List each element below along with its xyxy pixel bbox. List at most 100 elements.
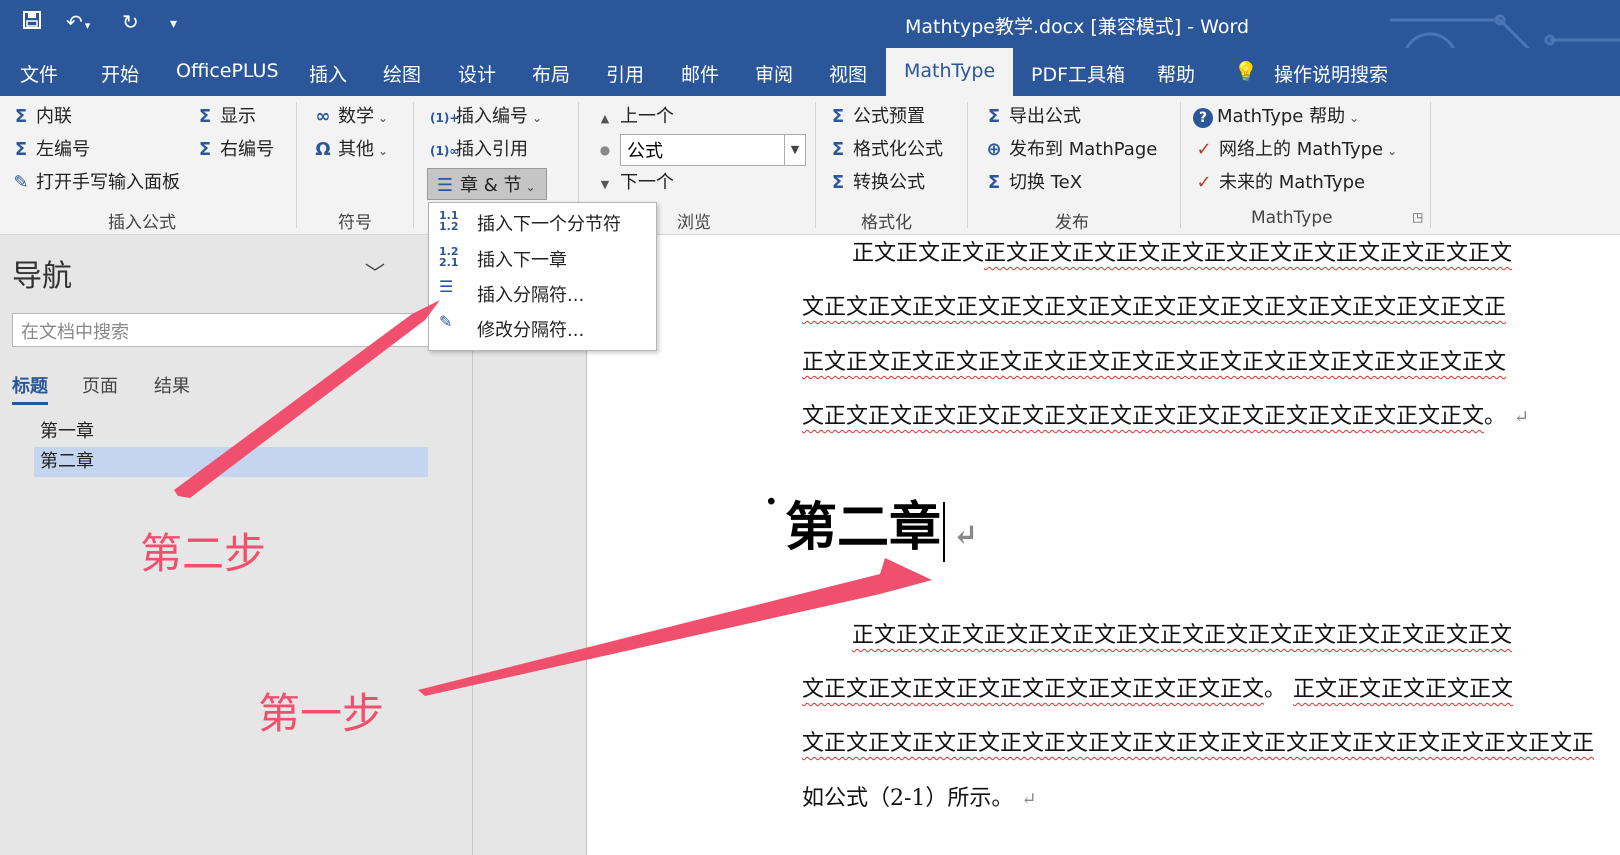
tab-pdf-toolbox[interactable]: PDF工具箱 xyxy=(1031,60,1125,87)
heading-bullet: · xyxy=(765,481,778,523)
chapter-section-button[interactable]: ☰ 章 & 节 ⌄ xyxy=(427,168,547,200)
nav-heading-item[interactable]: 第一章 xyxy=(34,417,428,447)
tab-design[interactable]: 设计 xyxy=(458,60,496,87)
export-equations-button[interactable]: Σ 导出公式 xyxy=(983,102,1081,128)
sigma-left-icon: Σ xyxy=(14,139,28,160)
tab-help[interactable]: 帮助 xyxy=(1157,60,1195,87)
annotation-step-1: 第一步 xyxy=(258,689,385,738)
tab-insert[interactable]: 插入 xyxy=(309,60,347,87)
body-line: 正文正文正文正文正文正文正文正文正文正文正文正文正文正文正文正文 xyxy=(802,350,1507,375)
sigma-format-icon: Σ xyxy=(831,139,845,160)
insert-number-button[interactable]: (1)+插入编号 ⌄ xyxy=(430,102,542,128)
body-line: 文正文正文正文正文正文正文正文正文正文正文正文正文正文正文正文正 xyxy=(802,295,1507,320)
toggle-tex-button[interactable]: Σ 切换 TeX xyxy=(983,168,1082,194)
format-equations-button[interactable]: Σ 格式化公式 xyxy=(827,135,943,161)
text-cursor xyxy=(943,501,946,562)
tab-view[interactable]: 视图 xyxy=(829,60,867,87)
infinity-icon: ∞ xyxy=(315,106,331,127)
paragraph-mark-icon: ↵ xyxy=(1514,407,1530,428)
undo-icon[interactable]: ↶ ▾ xyxy=(66,10,90,34)
omega-icon: Ω xyxy=(315,139,331,160)
tab-file[interactable]: 文件 xyxy=(20,60,58,87)
web-link-icon: ✓ xyxy=(1196,139,1212,160)
tell-me-search[interactable]: 操作说明搜索 xyxy=(1274,60,1388,87)
customize-toolbar-icon[interactable]: ▾ xyxy=(170,16,177,32)
insert-reference-button[interactable]: (1)∞插入引用 xyxy=(430,135,528,161)
redo-icon[interactable]: ↻ xyxy=(122,10,139,34)
separator xyxy=(296,102,297,228)
sigma-right-icon: Σ xyxy=(198,139,212,160)
chapter-heading[interactable]: · 第二章 ↵ xyxy=(765,481,978,562)
menu-item-insert-next-chapter[interactable]: 1.2 2.1 插入下一章 xyxy=(429,241,654,275)
sigma-convert-icon: Σ xyxy=(831,172,845,193)
globe-icon: ⊕ xyxy=(986,139,1002,160)
chevron-down-icon[interactable]: ﹀ xyxy=(365,257,385,286)
browse-type-select[interactable]: 公式 ▼ xyxy=(620,134,806,166)
modify-break-icon: ✎ xyxy=(439,312,453,331)
nav-title: 导航 xyxy=(12,259,72,294)
save-icon[interactable] xyxy=(22,10,42,35)
pen-icon: ✎ xyxy=(13,172,29,193)
nav-tab-results[interactable]: 结果 xyxy=(154,372,190,398)
group-label-publish: 发布 xyxy=(1055,213,1089,233)
ribbon: Σ 内联 Σ 显示 Σ 左编号 Σ 右编号 ✎ 打开手写输入面板 插入公式 ∞ 数学 ⌄ Ω其… xyxy=(0,96,1620,235)
tab-draw[interactable]: 绘图 xyxy=(383,60,421,87)
handwriting-panel-button[interactable]: ✎ 打开手写输入面板 xyxy=(10,168,180,194)
tab-officeplus[interactable]: OfficePLUS xyxy=(176,60,279,82)
body-line: 如公式（2-1）所示。 ↵ xyxy=(802,786,1037,811)
lightbulb-icon: 💡 xyxy=(1234,61,1258,83)
dropdown-arrow-icon[interactable]: ▼ xyxy=(784,135,805,165)
body-line: 文正文正文正文正文正文正文正文正文正文正文。 正文正文正文正文正文 xyxy=(802,677,1514,702)
link-icon: (1)∞ xyxy=(430,144,460,158)
separator xyxy=(413,102,414,228)
menu-item-insert-next-section[interactable]: 1.1 1.2 插入下一个分节符 xyxy=(429,205,654,239)
ribbon-tabs: 文件 开始 OfficePLUS 插入 绘图 设计 布局 引用 邮件 审阅 视图… xyxy=(0,48,1620,96)
up-arrow-icon: ▲ xyxy=(600,112,610,125)
tab-mathtype[interactable]: MathType xyxy=(886,48,1014,96)
menu-item-insert-break[interactable]: ☰ 插入分隔符... xyxy=(429,276,654,310)
number-icon: (1)+ xyxy=(430,111,460,125)
display-button[interactable]: Σ 显示 xyxy=(194,102,256,128)
chapter-number-icon: 1.2 2.1 xyxy=(439,245,459,269)
left-number-button[interactable]: Σ 左编号 xyxy=(10,135,90,161)
dialog-launcher-icon[interactable]: ◳ xyxy=(1412,210,1423,224)
sigma-star-icon: Σ xyxy=(831,106,845,127)
sigma-export-icon: Σ xyxy=(987,106,1001,127)
title-bar: ↶ ▾ ↻ ▾ Mathtype教学.docx [兼容模式] - Word xyxy=(0,0,1620,88)
nav-heading-item-selected[interactable]: 第二章 xyxy=(34,447,428,477)
publish-mathpage-button[interactable]: ⊕ 发布到 MathPage xyxy=(983,135,1157,161)
next-button[interactable]: ▼ 下一个 xyxy=(594,168,674,194)
tab-layout[interactable]: 布局 xyxy=(532,60,570,87)
mathtype-help-button[interactable]: ? MathType 帮助 ⌄ xyxy=(1193,102,1359,128)
math-symbols-button[interactable]: ∞ 数学 ⌄ xyxy=(312,102,389,128)
help-icon: ? xyxy=(1193,108,1213,128)
window-title: Mathtype教学.docx [兼容模式] - Word xyxy=(905,16,1250,38)
separator xyxy=(1180,102,1181,228)
right-number-button[interactable]: Σ 右编号 xyxy=(194,135,274,161)
tab-home[interactable]: 开始 xyxy=(101,60,139,87)
body-line: 正文正文正文正文正文正文正文正文正文正文正文正文正文正文正文 xyxy=(852,623,1513,648)
nav-tab-headings[interactable]: 标题 xyxy=(12,372,48,405)
nav-search-input[interactable]: 在文档中搜索 xyxy=(12,313,432,347)
group-label-browse: 浏览 xyxy=(677,213,711,233)
formula-presets-button[interactable]: Σ 公式预置 xyxy=(827,102,925,128)
previous-button[interactable]: ▲ 上一个 xyxy=(594,102,674,128)
other-symbols-button[interactable]: Ω 其他 ⌄ xyxy=(312,135,388,161)
nav-tab-pages[interactable]: 页面 xyxy=(82,372,118,398)
mathtype-web-button[interactable]: ✓ 网络上的 MathType ⌄ xyxy=(1193,135,1397,161)
document-page[interactable]: 正文正文正文正文正文正文正文正文正文正文正文正文正文正文正文 文正文正文正文正文… xyxy=(587,235,1620,855)
menu-item-modify-break[interactable]: ✎ 修改分隔符... xyxy=(429,311,654,345)
separator xyxy=(815,102,816,228)
tab-references[interactable]: 引用 xyxy=(606,60,644,87)
tab-mailings[interactable]: 邮件 xyxy=(681,60,719,87)
body-line: 正文正文正文正文正文正文正文正文正文正文正文正文正文正文正文 xyxy=(852,241,1513,266)
future-mathtype-button[interactable]: ✓ 未来的 MathType xyxy=(1193,168,1365,194)
body-line: 文正文正文正文正文正文正文正文正文正文正文正文正文正文正文正文正文正文正 xyxy=(802,731,1595,756)
tex-icon: Σ xyxy=(987,172,1001,193)
tab-review[interactable]: 审阅 xyxy=(755,60,793,87)
inline-button[interactable]: Σ 内联 xyxy=(10,102,72,128)
annotation-step-2: 第二步 xyxy=(140,529,267,578)
sigma-icon: Σ xyxy=(14,106,28,127)
convert-equations-button[interactable]: Σ 转换公式 xyxy=(827,168,925,194)
body-line: 文正文正文正文正文正文正文正文正文正文正文正文正文正文正文正文。 ↵ xyxy=(802,404,1530,429)
